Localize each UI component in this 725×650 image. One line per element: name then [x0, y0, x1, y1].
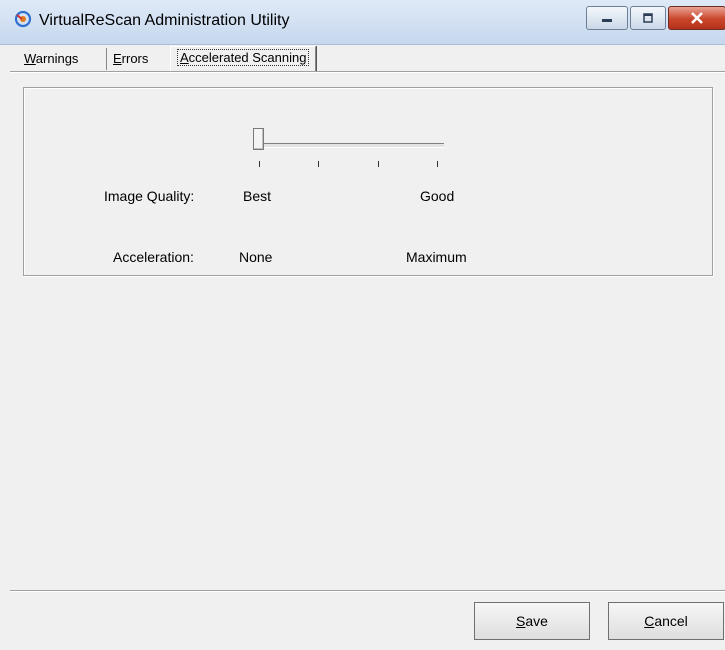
maximize-button[interactable]	[630, 6, 666, 30]
cancel-mnemonic: C	[644, 613, 655, 629]
image-quality-min-label: Best	[243, 188, 272, 204]
slider-tick	[318, 161, 319, 167]
tab-accelerated-scanning[interactable]: Accelerated Scanning	[170, 46, 317, 72]
tab-warnings-label: arnings	[35, 51, 79, 66]
settings-group	[23, 87, 713, 276]
slider-tick	[378, 161, 379, 167]
minimize-icon	[602, 19, 612, 22]
close-button[interactable]	[668, 6, 725, 30]
minimize-button[interactable]	[586, 6, 628, 30]
app-icon	[14, 10, 32, 28]
acceleration-min-label: None	[239, 249, 273, 265]
tab-errors[interactable]: Errors	[106, 48, 154, 70]
close-icon	[691, 12, 703, 24]
tab-errors-mnemonic: E	[113, 51, 122, 66]
acceleration-max-label: Maximum	[406, 249, 467, 265]
tab-accelerated-mnemonic: A	[180, 50, 189, 65]
window-title: VirtualReScan Administration Utility	[39, 12, 290, 29]
image-quality-max-label: Good	[420, 188, 455, 204]
image-quality-label: Image Quality:	[104, 188, 195, 204]
save-button[interactable]: Save	[474, 602, 590, 640]
save-label: ave	[525, 613, 548, 629]
title-bar[interactable]: VirtualReScan Administration Utility	[0, 0, 725, 45]
save-mnemonic: S	[516, 613, 526, 629]
acceleration-label: Acceleration:	[113, 249, 194, 265]
tab-divider	[10, 71, 725, 73]
quality-slider-thumb[interactable]	[253, 128, 264, 150]
tab-focus-rect: Accelerated Scanning	[177, 49, 310, 66]
tab-accelerated-label: ccelerated Scanning	[188, 50, 307, 65]
tab-errors-label: rrors	[121, 51, 149, 66]
tab-warnings-mnemonic: W	[24, 51, 36, 66]
cancel-button[interactable]: Cancel	[608, 602, 724, 640]
slider-tick	[259, 161, 260, 167]
bottom-divider	[10, 590, 725, 592]
quality-slider-track[interactable]	[260, 143, 444, 148]
slider-tick	[437, 161, 438, 167]
maximize-icon	[643, 13, 653, 23]
tab-warnings[interactable]: Warnings	[18, 48, 84, 70]
cancel-label: ancel	[654, 613, 688, 629]
